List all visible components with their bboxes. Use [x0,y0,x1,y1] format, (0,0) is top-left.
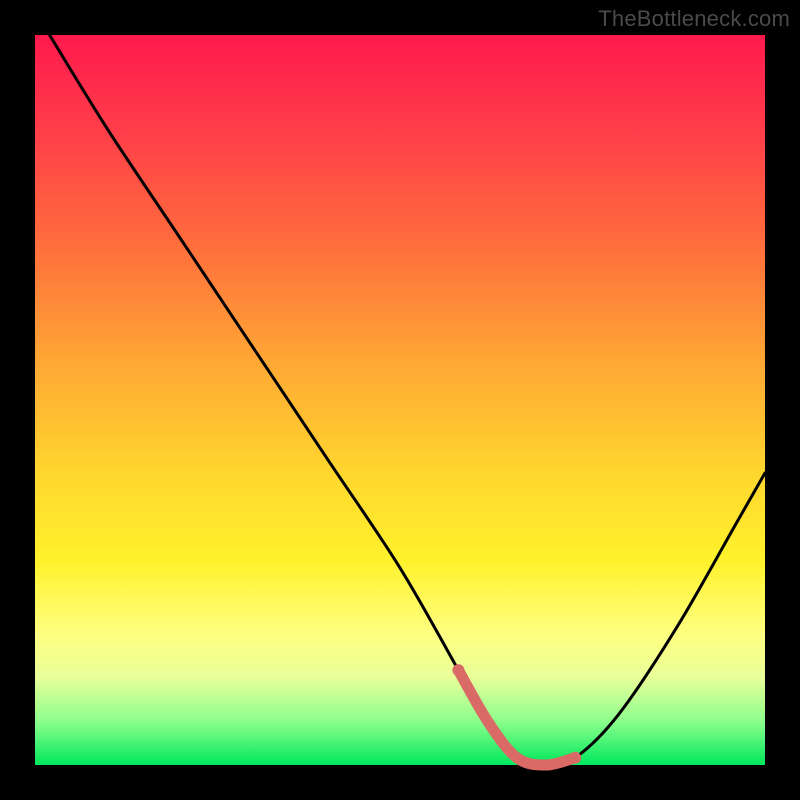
optimal-range-end-dot [569,752,581,764]
optimal-range-start-dot [452,664,464,676]
optimal-range-marker [458,670,575,765]
curve-svg [35,35,765,765]
watermark-text: TheBottleneck.com [598,6,790,32]
chart-stage: TheBottleneck.com [0,0,800,800]
plot-area [35,35,765,765]
bottleneck-curve [50,35,765,765]
